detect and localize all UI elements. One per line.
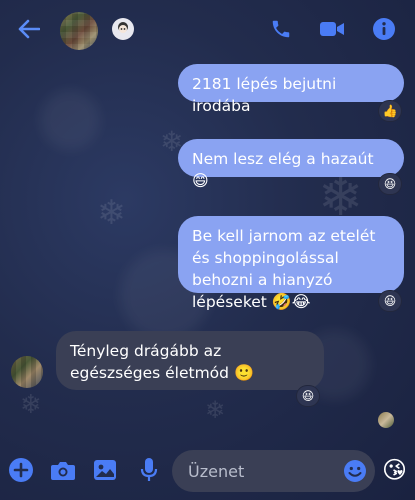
plus-icon[interactable] xyxy=(6,455,36,485)
seen-indicator-avatar xyxy=(378,412,394,428)
contact-avatar[interactable] xyxy=(60,12,98,50)
sender-avatar[interactable] xyxy=(11,356,43,388)
image-icon[interactable] xyxy=(90,455,120,485)
message-reaction[interactable]: 👍 xyxy=(378,100,402,122)
reaction-emoji: 👍 xyxy=(382,104,398,118)
snowflake-decoration-icon: ❄ xyxy=(97,193,126,233)
message-emoji: 🤣😂 xyxy=(271,292,311,311)
outgoing-message[interactable]: Nem lesz elég a hazaút 😄 xyxy=(178,139,404,190)
emoji-icon[interactable] xyxy=(343,459,367,483)
outgoing-message[interactable]: Be kell jarnom az etelét és shoppingolás… xyxy=(178,216,404,311)
sticker-icon[interactable]: 😘 xyxy=(382,458,407,482)
reaction-emoji: 😆 xyxy=(383,294,397,308)
reaction-emoji: 😆 xyxy=(301,389,315,403)
message-input[interactable] xyxy=(188,460,338,482)
chat-header xyxy=(0,0,415,62)
message-reaction[interactable]: 😆 xyxy=(296,385,320,407)
message-text: 2181 lépés bejutni irodába xyxy=(192,75,337,115)
phone-icon[interactable] xyxy=(266,14,296,44)
background-blur xyxy=(40,90,100,150)
reaction-emoji: 😆 xyxy=(383,177,397,191)
message-emoji: 🙂 xyxy=(233,363,254,382)
video-camera-icon[interactable] xyxy=(317,14,347,44)
info-icon[interactable] xyxy=(369,14,399,44)
message-text: Nem lesz elég a hazaút xyxy=(192,150,374,168)
message-emoji: 😄 xyxy=(192,171,209,190)
incoming-message[interactable]: Tényleg drágább az egészséges életmód 🙂 xyxy=(56,331,324,390)
secondary-avatar[interactable] xyxy=(112,18,134,40)
microphone-icon[interactable] xyxy=(134,455,164,485)
camera-icon[interactable] xyxy=(48,455,78,485)
back-arrow-icon[interactable] xyxy=(14,14,44,44)
message-reaction[interactable]: 😆 xyxy=(378,173,402,195)
snowflake-decoration-icon: ❄ xyxy=(205,396,226,424)
message-reaction[interactable]: 😆 xyxy=(378,290,402,312)
message-text: Tényleg drágább az egészséges életmód xyxy=(70,342,229,382)
snowflake-decoration-icon: ❄ xyxy=(20,390,42,420)
outgoing-message[interactable]: 2181 lépés bejutni irodába xyxy=(178,64,404,115)
